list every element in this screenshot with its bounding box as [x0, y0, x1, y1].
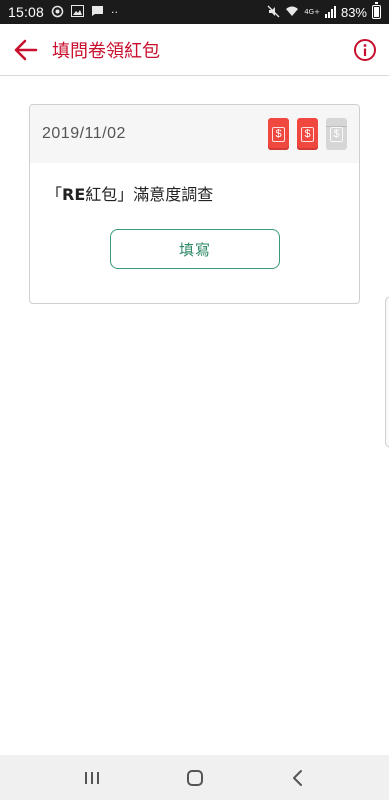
nav-bar	[0, 755, 389, 800]
edge-panel-handle[interactable]	[385, 296, 389, 448]
home-button[interactable]	[175, 758, 215, 798]
red-envelope-rewards: $ $ $	[268, 118, 347, 150]
signal-icon	[324, 6, 336, 18]
back-button[interactable]	[0, 24, 52, 76]
info-button[interactable]	[341, 24, 389, 76]
page-title: 填問卷領紅包	[52, 40, 160, 62]
back-icon	[292, 769, 302, 786]
grey-envelope-icon: $	[326, 118, 347, 150]
notification-icon	[51, 5, 64, 20]
dollar-icon: $	[330, 126, 343, 142]
battery-icon	[372, 2, 381, 19]
mute-icon	[267, 5, 280, 20]
app-bar: 填問卷領紅包	[0, 24, 389, 76]
fill-survey-button[interactable]: 填寫	[110, 229, 280, 269]
arrow-left-icon	[14, 39, 38, 60]
survey-title: 「RE紅包」滿意度調查	[46, 181, 213, 205]
wifi-icon	[285, 5, 299, 19]
network-type: 4G+	[304, 7, 320, 16]
red-envelope-icon: $	[297, 118, 318, 150]
battery-percent: 83%	[340, 4, 367, 20]
survey-title-brand: RE	[62, 185, 86, 204]
info-icon	[354, 38, 376, 61]
recents-icon	[84, 771, 99, 784]
dollar-icon: $	[272, 126, 285, 142]
survey-title-prefix: 「	[46, 185, 63, 204]
survey-title-rest: 紅包」滿意度調查	[85, 185, 214, 204]
card-header: 2019/11/02 $ $ $	[30, 105, 359, 163]
survey-card: 2019/11/02 $ $ $ 「RE紅包」滿意度調查 填寫	[29, 104, 360, 304]
home-icon	[186, 769, 203, 786]
envelope-flap	[326, 118, 347, 127]
message-icon	[91, 5, 104, 19]
status-bar: 15:08 ·· 4G+ 83%	[0, 0, 389, 24]
more-dots-icon: ··	[111, 5, 119, 19]
dollar-icon: $	[301, 126, 314, 142]
image-icon	[71, 5, 85, 19]
recents-button[interactable]	[72, 758, 112, 798]
status-time: 15:08	[8, 4, 45, 20]
survey-date: 2019/11/02	[42, 125, 126, 142]
nav-back-button[interactable]	[278, 758, 318, 798]
red-envelope-icon: $	[268, 118, 289, 150]
